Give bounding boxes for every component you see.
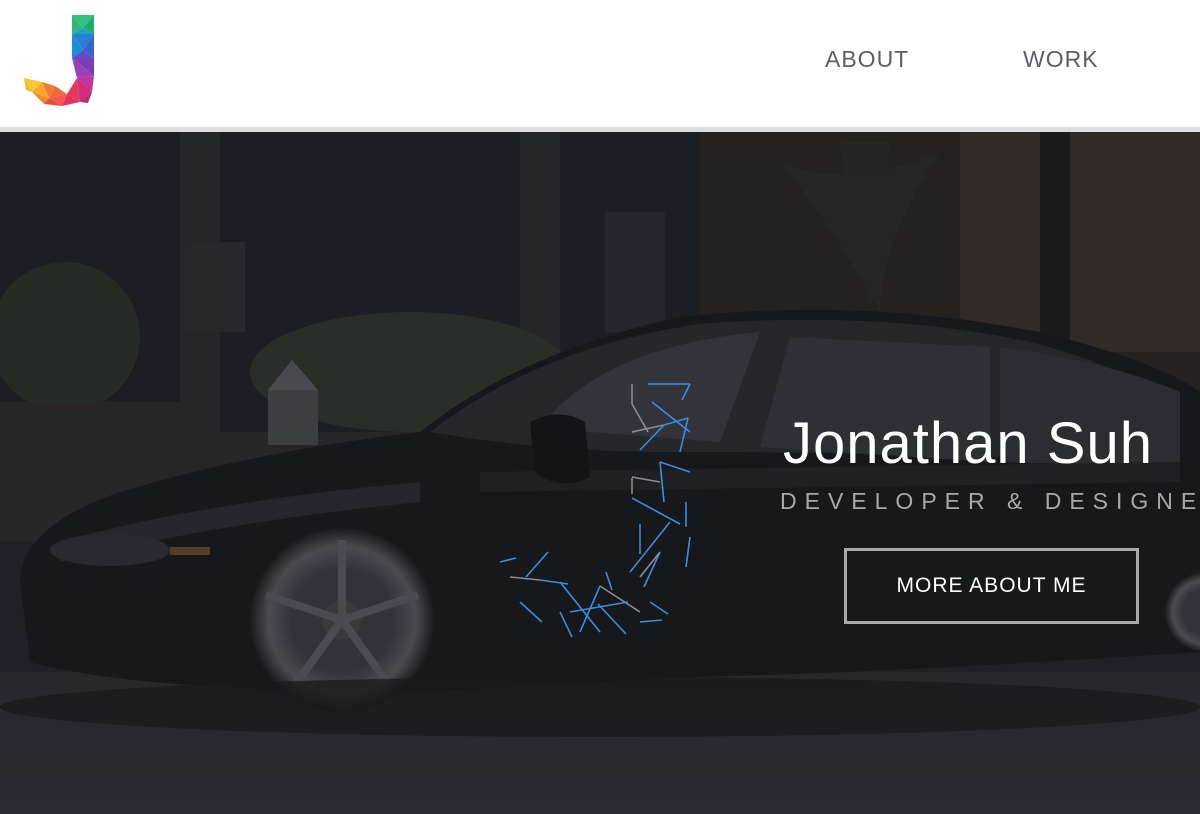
nav-link-about[interactable]: ABOUT — [825, 46, 909, 76]
logo-j-icon[interactable] — [22, 12, 96, 108]
hero-section: Jonathan Suh DEVELOPER & DESIGNER MORE A… — [0, 132, 1200, 814]
more-about-me-button[interactable]: MORE ABOUT ME — [844, 548, 1139, 624]
nav-link-work[interactable]: WORK — [1023, 46, 1099, 76]
hero-title: Jonathan Suh — [783, 411, 1153, 476]
hero-subtitle: DEVELOPER & DESIGNER — [780, 488, 1200, 514]
site-header: ABOUT WORK — [0, 0, 1200, 127]
